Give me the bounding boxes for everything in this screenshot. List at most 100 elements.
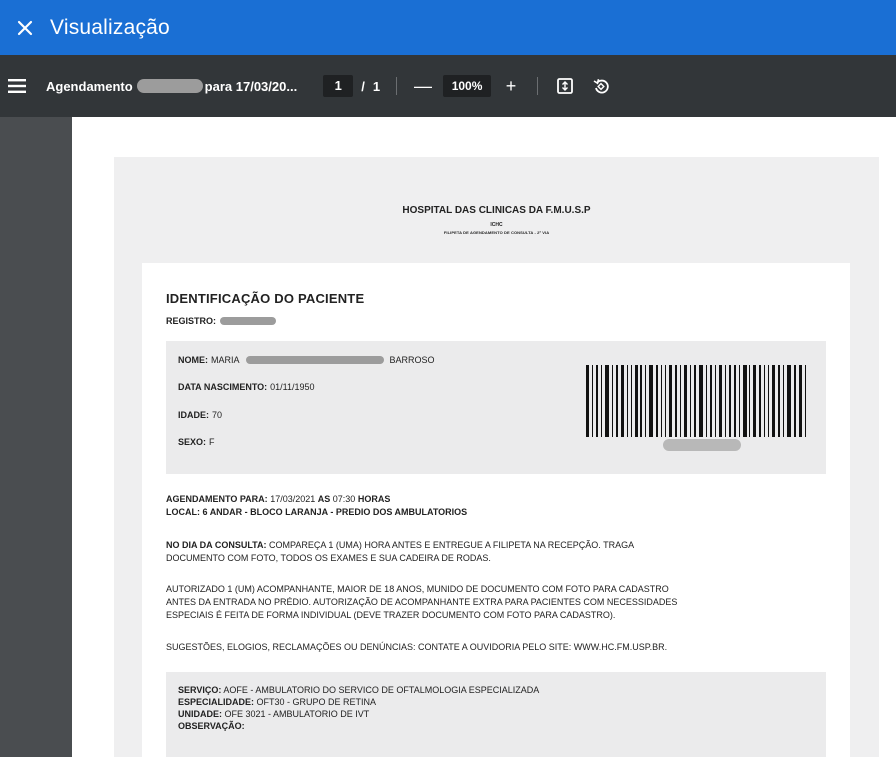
rotate-button[interactable]	[590, 75, 612, 97]
barcode-bar	[640, 365, 643, 437]
especialidade-row: ESPECIALIDADE: OFT30 - GRUPO DE RETINA	[178, 697, 376, 708]
redacted-name	[136, 79, 203, 93]
barcode-bar	[783, 365, 785, 437]
idade-row: IDADE: 70	[178, 410, 222, 420]
barcode-bar	[611, 365, 613, 437]
sugestoes-line: SUGESTÕES, ELOGIOS, RECLAMAÇÕES OU DENÚN…	[166, 642, 668, 652]
unidade-value: OFE 3021 - AMBULATORIO DE IVT	[224, 709, 370, 719]
barcode-bar	[586, 365, 589, 437]
dia-label: NO DIA DA CONSULTA:	[166, 540, 267, 550]
barcode-bar	[768, 365, 770, 437]
document-title: Agendamento para 17/03/20...	[46, 79, 297, 94]
page-navigation: 1 / 1	[323, 75, 380, 97]
nome-label: NOME:	[178, 355, 208, 365]
agendamento-time: 07:30	[332, 494, 356, 504]
page-number-input[interactable]: 1	[323, 75, 354, 97]
sexo-value: F	[209, 437, 215, 447]
especialidade-label: ESPECIALIDADE:	[178, 697, 255, 707]
observacao-row: OBSERVAÇÃO:	[178, 721, 245, 732]
registro-label: REGISTRO:	[166, 316, 217, 326]
barcode-bar	[724, 365, 726, 437]
barcode-bar	[759, 365, 762, 437]
barcode-bar	[656, 365, 659, 437]
local-label: LOCAL:	[166, 507, 200, 517]
dia-text-1: COMPAREÇA 1 (UMA) HORA ANTES E ENTREGUE …	[269, 540, 635, 550]
unidade-label: UNIDADE:	[178, 709, 222, 719]
service-info-box: SERVIÇO: AOFE - AMBULATORIO DO SERVICO D…	[166, 672, 826, 757]
barcode-bar	[595, 365, 598, 437]
fit-page-icon	[557, 78, 573, 94]
barcode-bar	[634, 365, 638, 437]
barcode-bar	[714, 365, 716, 437]
zoom-in-button[interactable]: +	[501, 76, 521, 96]
barcode-bar	[693, 365, 696, 437]
page-separator: /	[361, 78, 365, 94]
dia-text-2: DOCUMENTO COM FOTO, TODOS OS EXAMES E SU…	[166, 553, 491, 563]
nascimento-row: DATA NASCIMENTO: 01/11/1950	[178, 382, 315, 392]
barcode-bar	[675, 365, 678, 437]
nome-last: BARROSO	[389, 355, 435, 365]
barcode-bar	[591, 365, 593, 437]
pdf-viewer[interactable]: HOSPITAL DAS CLINICAS DA F.M.U.S.P ICHC …	[0, 117, 896, 757]
barcode-bar	[661, 365, 663, 437]
servico-value: AOFE - AMBULATORIO DO SERVICO DE OFTALMO…	[223, 685, 540, 695]
nome-row: NOME: MARIA BARROSO	[178, 355, 435, 365]
barcode-bar	[649, 365, 654, 437]
idade-label: IDADE:	[178, 410, 209, 420]
barcode	[586, 365, 806, 437]
menu-icon	[8, 79, 26, 93]
barcode-bar	[669, 365, 673, 437]
agendamento-date: 17/03/2021	[270, 494, 316, 504]
barcode-bar	[665, 365, 667, 437]
barcode-bar	[778, 365, 781, 437]
unit-code: ICHC	[490, 222, 503, 228]
barcode-bar	[764, 365, 766, 437]
barcode-bar	[787, 365, 792, 437]
hospital-name: HOSPITAL DAS CLINICAS DA F.M.U.S.P	[402, 205, 591, 216]
barcode-bar	[728, 365, 731, 437]
barcode-bar	[615, 365, 618, 437]
redacted-registro	[220, 317, 277, 325]
barcode-bar	[698, 365, 703, 437]
barcode-bar	[690, 365, 692, 437]
barcode-bar	[733, 365, 736, 437]
observacao-label: OBSERVAÇÃO:	[178, 721, 245, 731]
local-line: LOCAL: 6 ANDAR - BLOCO LARANJA - PREDIO …	[166, 506, 826, 519]
close-icon	[17, 20, 33, 35]
dia-consulta-paragraph: NO DIA DA CONSULTA: COMPAREÇA 1 (UMA) HO…	[166, 539, 826, 565]
as-label: AS	[317, 494, 331, 504]
document-title-prefix: Agendamento	[46, 78, 133, 94]
zoom-controls: — 100% +	[413, 75, 521, 97]
barcode-bar	[749, 365, 751, 437]
barcode-bar	[804, 365, 806, 437]
local-value: 6 ANDAR - BLOCO LARANJA - PREDIO DOS AMB…	[202, 507, 468, 517]
document-title-suffix: para 17/03/20...	[204, 78, 298, 94]
zoom-level-input[interactable]: 100%	[443, 75, 492, 97]
barcode-bar	[630, 365, 632, 437]
barcode-bar	[645, 365, 647, 437]
barcode-bar	[798, 365, 802, 437]
barcode-bar	[718, 365, 722, 437]
barcode-bar	[600, 365, 602, 437]
barcode-bar	[604, 365, 609, 437]
barcode-bar	[753, 365, 757, 437]
barcode-bar	[680, 365, 682, 437]
unidade-row: UNIDADE: OFE 3021 - AMBULATORIO DE IVT	[178, 709, 369, 720]
autorizado-line-3: ESPECIAIS É FEITA DE FORMA INDIVIDUAL (D…	[166, 610, 616, 620]
fit-page-button[interactable]	[554, 75, 576, 97]
barcode-bar	[620, 365, 624, 437]
sexo-label: SEXO:	[178, 437, 207, 447]
close-button[interactable]	[14, 17, 36, 39]
document-subtitle: FILIPETA DE AGENDAMENTO DE CONSULTA - 2ª…	[443, 230, 550, 235]
redacted-name	[245, 356, 384, 364]
zoom-out-button[interactable]: —	[413, 76, 433, 96]
menu-button[interactable]	[6, 75, 28, 97]
barcode-bar	[626, 365, 628, 437]
pdf-page: HOSPITAL DAS CLINICAS DA F.M.U.S.P ICHC …	[72, 117, 896, 757]
document-header: HOSPITAL DAS CLINICAS DA F.M.U.S.P ICHC …	[114, 205, 879, 235]
patient-card: IDENTIFICAÇÃO DO PACIENTE REGISTRO: NOME…	[142, 263, 850, 757]
pdf-toolbar: Agendamento para 17/03/20... 1 / 1 — 100…	[0, 55, 896, 117]
autorizado-line-1: AUTORIZADO 1 (UM) ACOMPANHANTE, MAIOR DE…	[166, 584, 669, 594]
horas-label: HORAS	[357, 494, 391, 504]
barcode-bar	[772, 365, 776, 437]
